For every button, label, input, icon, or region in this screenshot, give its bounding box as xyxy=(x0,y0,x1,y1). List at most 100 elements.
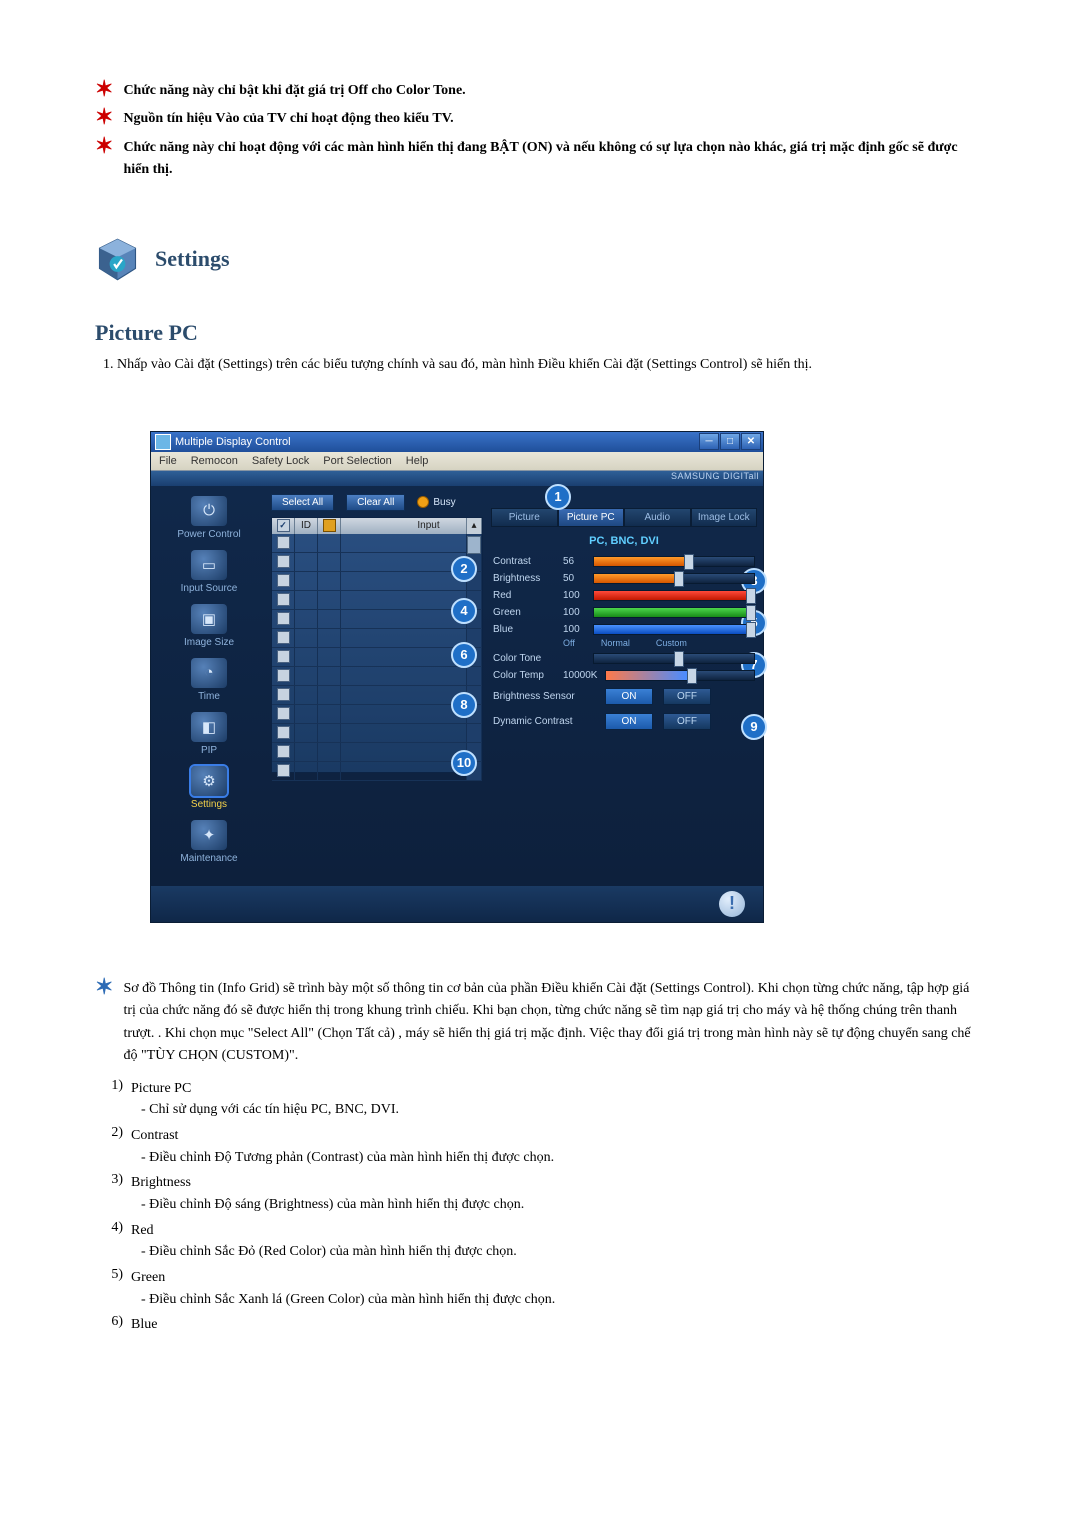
row-checkbox[interactable] xyxy=(277,745,290,758)
menu-help[interactable]: Help xyxy=(406,455,429,467)
note-tv-source: ✶ Nguồn tín hiệu Vào của TV chỉ hoạt độn… xyxy=(95,108,985,130)
table-row[interactable] xyxy=(272,534,482,553)
explain-title: Contrast xyxy=(131,1125,985,1147)
row-checkbox[interactable] xyxy=(277,669,290,682)
info-grid: ✓ ID Input ▴ xyxy=(271,517,483,773)
note-text: Chức năng này chỉ hoạt động với các màn … xyxy=(123,137,985,182)
brightness-sensor-on[interactable]: ON xyxy=(605,688,653,705)
tab-audio[interactable]: Audio xyxy=(624,508,691,527)
sidebar-item-label: Time xyxy=(157,691,261,702)
dynamic-contrast-off[interactable]: OFF xyxy=(663,713,711,730)
note-default: ✶ Chức năng này chỉ hoạt động với các mà… xyxy=(95,137,985,182)
tab-picture-pc[interactable]: Picture PC xyxy=(558,508,625,527)
sidebar-item-input-source[interactable]: ▭Input Source xyxy=(157,548,261,602)
red-slider[interactable] xyxy=(593,590,755,601)
grid-header-input[interactable]: Input xyxy=(341,518,467,534)
row-checkbox[interactable] xyxy=(277,593,290,606)
explain-title: Picture PC xyxy=(131,1078,985,1100)
warning-icon: ! xyxy=(719,891,745,917)
sidebar-item-power-control[interactable]: ⏻Power Control xyxy=(157,494,261,548)
tab-image-lock[interactable]: Image Lock xyxy=(691,508,758,527)
blue-value: 100 xyxy=(563,624,593,635)
color-tone-slider[interactable] xyxy=(593,653,755,664)
explain-body: Brightness- Điều chỉnh Độ sáng (Brightne… xyxy=(131,1172,985,1215)
green-slider[interactable] xyxy=(593,607,755,618)
row-checkbox[interactable] xyxy=(277,631,290,644)
table-row[interactable] xyxy=(272,572,482,591)
sidebar-item-time[interactable]: ◔Time xyxy=(157,656,261,710)
busy-indicator: Busy xyxy=(417,496,455,508)
dynamic-contrast-label: Dynamic Contrast xyxy=(493,716,595,727)
brightness-sensor-off[interactable]: OFF xyxy=(663,688,711,705)
dynamic-contrast-row: Dynamic Contrast ON OFF xyxy=(491,709,757,734)
brightness-slider[interactable] xyxy=(593,573,755,584)
row-checkbox[interactable] xyxy=(277,707,290,720)
table-row[interactable] xyxy=(272,667,482,686)
settings-cube-icon xyxy=(95,237,140,282)
color-temp-slider[interactable] xyxy=(605,670,755,681)
sidebar-item-maintenance[interactable]: ✦Maintenance xyxy=(157,818,261,872)
explain-sub: - Điều chỉnh Độ Tương phản (Contrast) củ… xyxy=(141,1147,985,1169)
green-value: 100 xyxy=(563,607,593,618)
dynamic-contrast-on[interactable]: ON xyxy=(605,713,653,730)
close-button[interactable]: ✕ xyxy=(741,433,761,450)
intro-list: Nhấp vào Cài đặt (Settings) trên các biể… xyxy=(95,354,985,376)
star-icon: ✶ xyxy=(95,137,113,155)
contrast-row: Contrast 56 xyxy=(491,553,757,570)
clear-all-button[interactable]: Clear All xyxy=(346,494,405,511)
row-checkbox[interactable] xyxy=(277,536,290,549)
settings-title: Settings xyxy=(155,246,230,272)
sidebar-item-image-size[interactable]: ▣Image Size xyxy=(157,602,261,656)
row-checkbox[interactable] xyxy=(277,726,290,739)
sidebar-item-label: PIP xyxy=(157,745,261,756)
grid-header-id[interactable]: ID xyxy=(295,518,318,534)
sidebar-icon: ⚙ xyxy=(191,766,227,796)
row-checkbox[interactable] xyxy=(277,650,290,663)
grid-header-check[interactable]: ✓ xyxy=(272,518,295,534)
maximize-button[interactable]: □ xyxy=(720,433,740,450)
intro-list-item: Nhấp vào Cài đặt (Settings) trên các biể… xyxy=(117,354,985,376)
app-icon xyxy=(155,434,171,450)
tab-picture[interactable]: Picture xyxy=(491,508,558,527)
callout-1: 1 xyxy=(545,484,571,510)
row-checkbox[interactable] xyxy=(277,764,290,777)
select-all-button[interactable]: Select All xyxy=(271,494,334,511)
table-row[interactable] xyxy=(272,629,482,648)
explain-body: Contrast- Điều chỉnh Độ Tương phản (Cont… xyxy=(131,1125,985,1168)
row-checkbox[interactable] xyxy=(277,555,290,568)
grid-header-status[interactable] xyxy=(318,518,341,534)
sidebar-item-pip[interactable]: ◧PIP xyxy=(157,710,261,764)
brightness-sensor-row: Brightness Sensor ON OFF xyxy=(491,684,757,709)
menu-remocon[interactable]: Remocon xyxy=(191,455,238,467)
app-window: Multiple Display Control ─ □ ✕ File Remo… xyxy=(150,431,764,923)
note-color-tone: ✶ Chức năng này chỉ bật khi đặt giá trị … xyxy=(95,80,985,102)
star-icon: ✶ xyxy=(95,80,113,98)
explain-sub: - Điều chỉnh Sắc Đỏ (Red Color) của màn … xyxy=(141,1241,985,1263)
row-checkbox[interactable] xyxy=(277,612,290,625)
explain-item: 3)Brightness- Điều chỉnh Độ sáng (Bright… xyxy=(95,1172,985,1215)
sidebar-item-settings[interactable]: ⚙Settings xyxy=(157,764,261,818)
row-checkbox[interactable] xyxy=(277,688,290,701)
contrast-slider[interactable] xyxy=(593,556,755,567)
explain-title: Blue xyxy=(131,1314,985,1336)
row-checkbox[interactable] xyxy=(277,574,290,587)
explain-number: 1) xyxy=(95,1078,131,1121)
grid-scroll-up[interactable]: ▴ xyxy=(467,518,482,534)
menu-file[interactable]: File xyxy=(159,455,177,467)
menu-safetylock[interactable]: Safety Lock xyxy=(252,455,309,467)
sidebar-icon: ✦ xyxy=(191,820,227,850)
blue-slider[interactable] xyxy=(593,624,755,635)
explain-item: 2)Contrast- Điều chỉnh Độ Tương phản (Co… xyxy=(95,1125,985,1168)
sidebar-icon: ▣ xyxy=(191,604,227,634)
scroll-thumb[interactable] xyxy=(467,536,481,554)
minimize-button[interactable]: ─ xyxy=(699,433,719,450)
table-row[interactable] xyxy=(272,724,482,743)
explain-item: 4)Red- Điều chỉnh Sắc Đỏ (Red Color) của… xyxy=(95,1220,985,1263)
color-tone-label: Color Tone xyxy=(493,653,563,664)
tone-off: Off xyxy=(563,638,575,648)
callout-6: 6 xyxy=(451,642,477,668)
explain-number: 4) xyxy=(95,1220,131,1263)
note-text: Nguồn tín hiệu Vào của TV chỉ hoạt động … xyxy=(123,108,453,130)
green-label: Green xyxy=(493,607,563,618)
menu-portselection[interactable]: Port Selection xyxy=(323,455,391,467)
